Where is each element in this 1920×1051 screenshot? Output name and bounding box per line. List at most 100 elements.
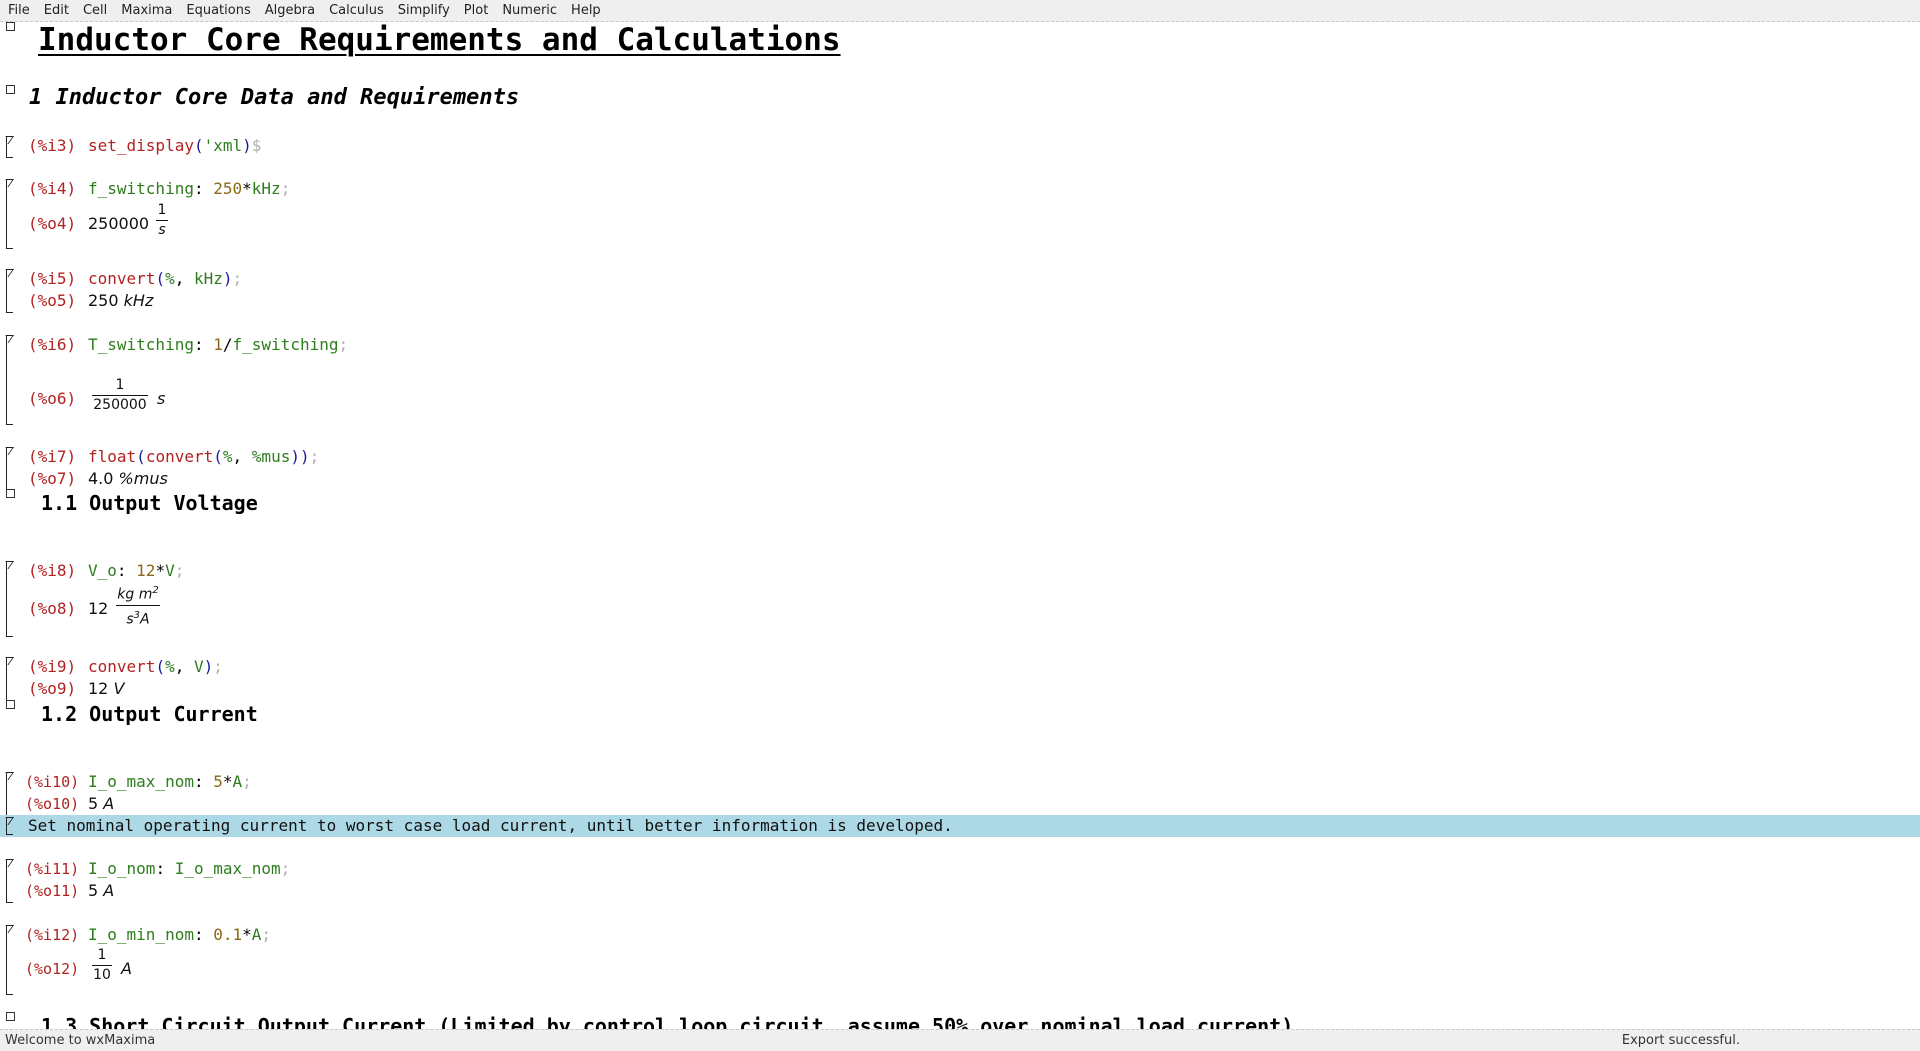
section-1-1-fold-toggle[interactable]: [6, 489, 15, 498]
numerator: kg m2: [116, 582, 160, 604]
paren: ): [222, 269, 233, 288]
output-value-o9: 12 V: [88, 679, 124, 699]
exponent: 2: [152, 585, 159, 596]
menu-file[interactable]: File: [0, 0, 37, 22]
operator: /: [222, 335, 233, 354]
section-1-fold-toggle[interactable]: [6, 85, 15, 94]
input-code-i12[interactable]: I_o_min_nom: 0.1*A;: [88, 925, 271, 945]
document-title[interactable]: Inductor Core Requirements and Calculati…: [38, 22, 841, 58]
menu-calculus[interactable]: Calculus: [322, 0, 391, 22]
input-label-i12: (%i12): [25, 926, 80, 944]
comma: ,: [174, 269, 194, 288]
terminator: ;: [232, 269, 243, 288]
number: 1: [213, 335, 223, 354]
output-value-o10: 5 A: [88, 794, 114, 814]
numerator: 1: [115, 377, 125, 393]
input-label-i9: (%i9): [28, 657, 77, 676]
section-1-1-heading[interactable]: 1.1 Output Voltage: [41, 491, 258, 515]
input-label-i10: (%i10): [25, 773, 80, 791]
input-label-i5: (%i5): [28, 269, 77, 288]
input-label-i3: (%i3): [28, 136, 77, 155]
fn-name: convert: [88, 657, 156, 676]
variable-ref: f_switching: [232, 335, 339, 354]
input-code-i8[interactable]: V_o: 12*V;: [88, 561, 184, 581]
value: 5: [88, 881, 99, 900]
operator: *: [242, 179, 252, 198]
fraction-o8: kg m2 s3A: [116, 582, 160, 628]
menu-maxima[interactable]: Maxima: [114, 0, 179, 22]
menu-edit[interactable]: Edit: [37, 0, 76, 22]
input-code-i4[interactable]: f_switching: 250*kHz;: [88, 179, 290, 199]
menu-algebra[interactable]: Algebra: [258, 0, 322, 22]
output-value-o4: 250000: [88, 214, 150, 233]
input-code-i9[interactable]: convert(%, V);: [88, 657, 223, 677]
section-1-heading[interactable]: 1 Inductor Core Data and Requirements: [29, 85, 519, 110]
menu-plot[interactable]: Plot: [457, 0, 496, 22]
input-line-i9[interactable]: (%i9) convert(%, V);: [0, 657, 800, 677]
operator: *: [155, 561, 166, 580]
fraction-bar: [92, 965, 112, 966]
unit: kHz: [123, 291, 154, 310]
output-unit-o6: s: [157, 389, 166, 408]
output-value-o5: 250 kHz: [88, 291, 153, 311]
input-line-i4[interactable]: (%i4) f_switching: 250*kHz;: [0, 179, 800, 199]
menu-equations[interactable]: Equations: [179, 0, 257, 22]
fraction-o12: 1 10: [92, 947, 112, 984]
fn-name: set_display: [88, 136, 194, 155]
input-line-i6[interactable]: (%i6) T_switching: 1/f_switching;: [0, 335, 800, 355]
input-code-i6[interactable]: T_switching: 1/f_switching;: [88, 335, 348, 355]
value: 12: [88, 679, 109, 698]
paren: ): [242, 136, 252, 155]
input-line-i12[interactable]: (%i12) I_o_min_nom: 0.1*A;: [0, 925, 800, 945]
menu-numeric[interactable]: Numeric: [495, 0, 564, 22]
section-1-2-heading[interactable]: 1.2 Output Current: [41, 702, 258, 726]
argument: %: [165, 657, 175, 676]
status-message: Welcome to wxMaxima: [5, 1033, 156, 1048]
section-1-2-fold-toggle[interactable]: [6, 700, 15, 709]
input-line-i3[interactable]: (%i3) set_display('xml)$: [0, 136, 800, 156]
section-1-3-fold-toggle[interactable]: [6, 1012, 15, 1021]
value: 4.0: [88, 469, 114, 488]
terminator: ;: [338, 335, 349, 354]
terminator: ;: [174, 561, 185, 580]
menu-bar: File Edit Cell Maxima Equations Algebra …: [0, 0, 1920, 22]
variable: V_o: [88, 561, 117, 580]
paren: (: [155, 269, 166, 288]
colon: :: [116, 561, 137, 580]
text-cell-selected[interactable]: Set nominal operating current to worst c…: [0, 815, 1920, 837]
input-line-i10[interactable]: (%i10) I_o_max_nom: 5*A;: [0, 772, 800, 792]
input-code-i7[interactable]: float(convert(%, %mus));: [88, 447, 319, 467]
menu-cell[interactable]: Cell: [76, 0, 114, 22]
input-line-i8[interactable]: (%i8) V_o: 12*V;: [0, 561, 800, 581]
variable: I_o_min_nom: [88, 925, 194, 944]
fraction-bar: [156, 220, 168, 221]
denominator-text: s: [126, 611, 134, 628]
output-label-o5: (%o5): [28, 291, 77, 310]
input-line-i11[interactable]: (%i11) I_o_nom: I_o_max_nom;: [0, 859, 800, 879]
worksheet[interactable]: Inductor Core Requirements and Calculati…: [0, 22, 1920, 1029]
value: 250: [88, 291, 119, 310]
title-fold-toggle[interactable]: [6, 22, 15, 31]
input-line-i7[interactable]: (%i7) float(convert(%, %mus));: [0, 447, 800, 467]
menu-simplify[interactable]: Simplify: [391, 0, 457, 22]
terminator: $: [251, 136, 262, 155]
text-cell-content[interactable]: Set nominal operating current to worst c…: [28, 816, 953, 836]
cell-bracket-text[interactable]: [6, 817, 13, 835]
input-code-i3[interactable]: set_display('xml)$: [88, 136, 261, 156]
argument: kHz: [193, 269, 223, 288]
output-line-o12: (%o12) A: [0, 959, 800, 979]
output-line-o11: (%o11) 5 A: [0, 881, 800, 901]
unit: A: [103, 881, 115, 900]
input-code-i10[interactable]: I_o_max_nom: 5*A;: [88, 772, 252, 792]
section-1-3-heading[interactable]: 1.3 Short Circuit Output Current (Limite…: [41, 1014, 1293, 1029]
paren: )): [290, 447, 310, 466]
argument: %: [165, 269, 175, 288]
input-code-i5[interactable]: convert(%, kHz);: [88, 269, 242, 289]
input-code-i11[interactable]: I_o_nom: I_o_max_nom;: [88, 859, 290, 879]
unit: V: [165, 561, 175, 580]
paren: ): [203, 657, 214, 676]
input-line-i5[interactable]: (%i5) convert(%, kHz);: [0, 269, 800, 289]
colon: :: [155, 859, 175, 878]
menu-help[interactable]: Help: [564, 0, 608, 22]
output-line-o4: (%o4) 250000: [0, 214, 800, 234]
